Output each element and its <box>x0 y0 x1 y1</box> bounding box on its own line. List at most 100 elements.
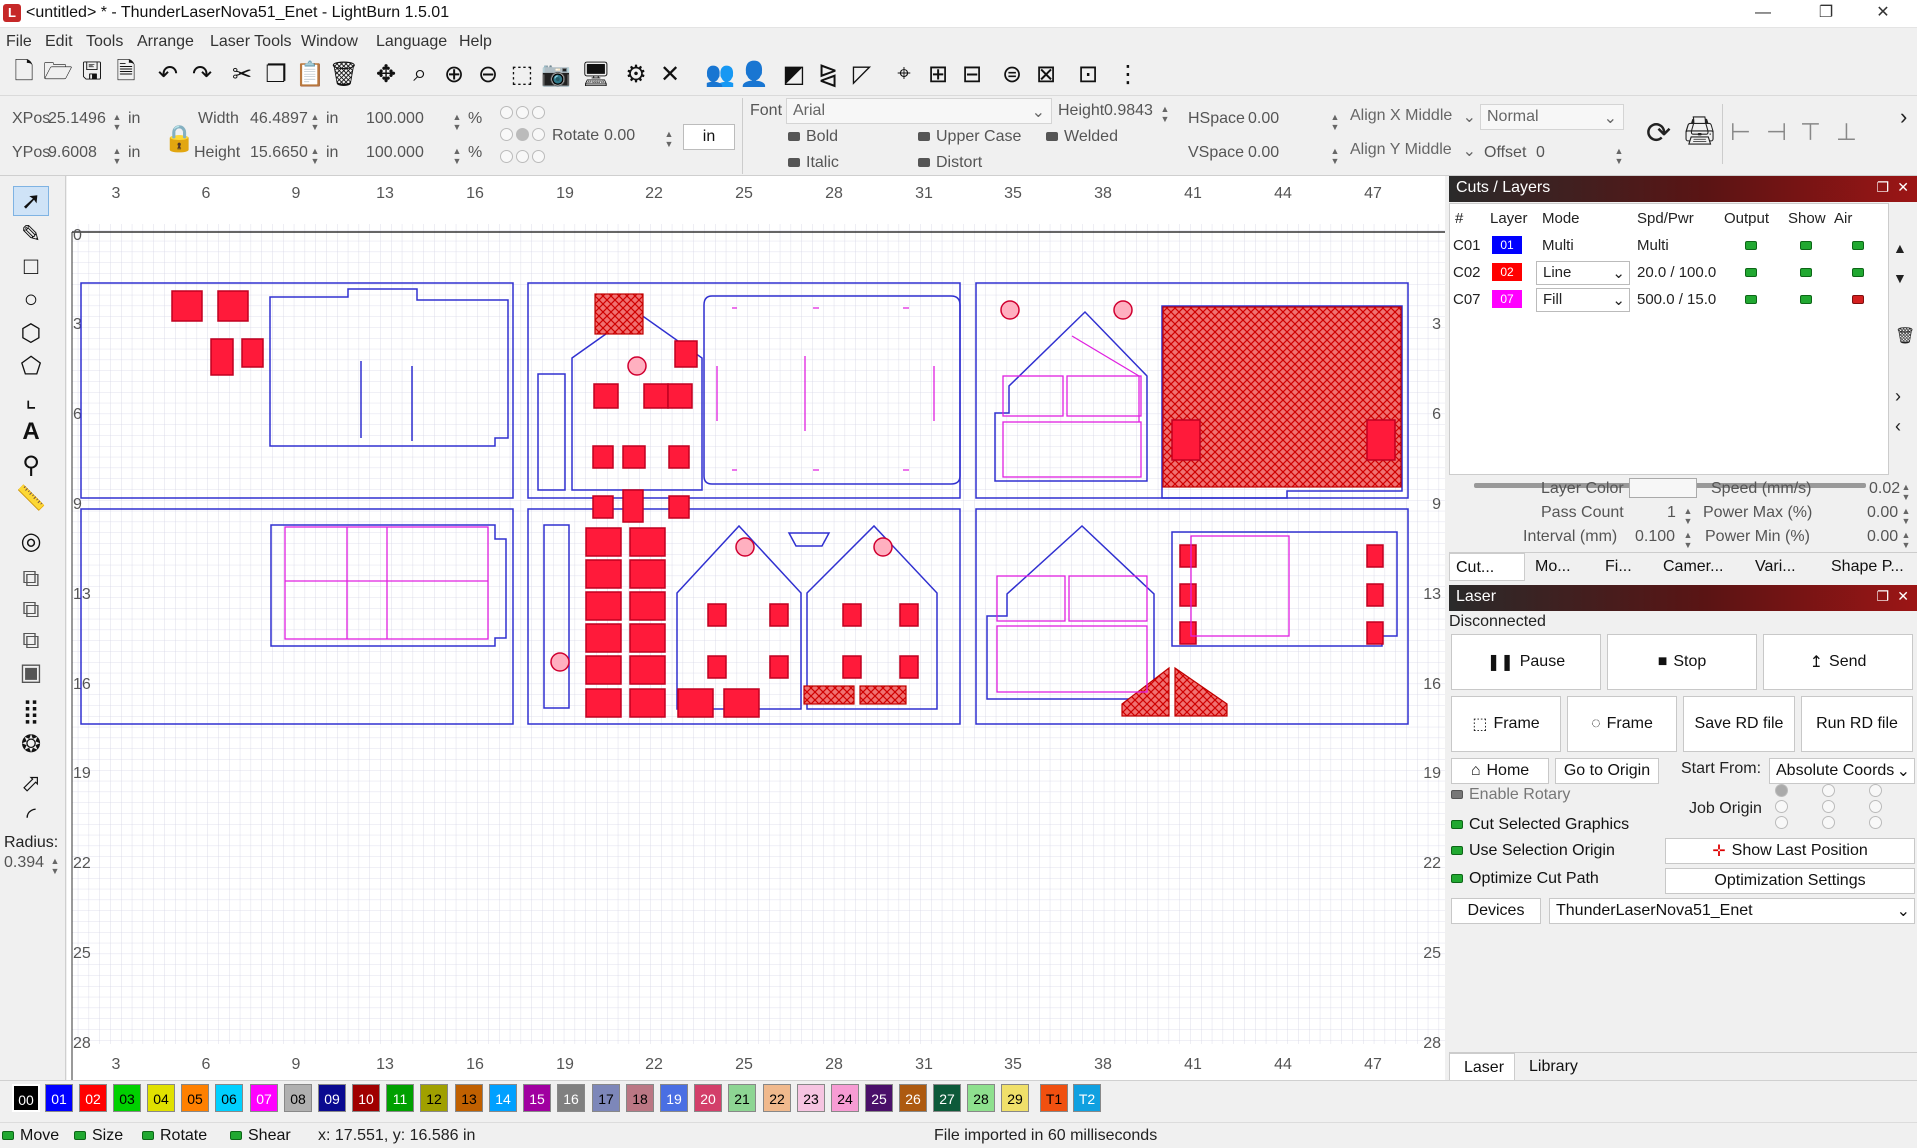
vspace-field[interactable]: 0.00 <box>1248 144 1279 162</box>
palette-swatch-t2[interactable]: T2 <box>1073 1084 1101 1112</box>
palette-swatch-16[interactable]: 16 <box>557 1084 585 1112</box>
optimize-cut-path-checkbox[interactable]: Optimize Cut Path <box>1451 870 1599 888</box>
palette-swatch-06[interactable]: 06 <box>215 1084 243 1112</box>
spacing-icon[interactable]: ⊡ <box>1072 58 1104 90</box>
anchor-mr[interactable] <box>532 128 545 141</box>
shingle-strip-2[interactable] <box>859 685 907 705</box>
float-icon[interactable]: ❐ <box>1876 588 1889 605</box>
enable-rotary-checkbox[interactable]: Enable Rotary <box>1451 786 1570 804</box>
scale-height-field[interactable]: 100.000 <box>366 144 424 162</box>
palette-swatch-21[interactable]: 21 <box>728 1084 756 1112</box>
window-cutout[interactable] <box>585 688 622 718</box>
rotate-spin[interactable]: ▲ ▼ <box>664 129 674 151</box>
window-cutout[interactable] <box>842 655 862 679</box>
anchor-bl[interactable] <box>500 150 513 163</box>
anchor-tc[interactable] <box>516 106 529 119</box>
tab-shape-properties[interactable]: Shape P... <box>1831 558 1904 576</box>
palette-swatch-23[interactable]: 23 <box>797 1084 825 1112</box>
zoom-frame-icon[interactable]: ⬚ <box>506 58 538 90</box>
window-cutout[interactable] <box>899 603 919 627</box>
align-top-icon[interactable]: ⊤ <box>1800 118 1821 147</box>
palette-swatch-26[interactable]: 26 <box>899 1084 927 1112</box>
offset-icon[interactable]: ◎ <box>13 526 49 556</box>
union-icon[interactable]: ⧉ <box>13 595 49 625</box>
scale-width-field[interactable]: 100.000 <box>366 110 424 128</box>
window-cutout[interactable] <box>1179 583 1197 607</box>
paste-icon[interactable]: 📋 <box>294 58 326 90</box>
window-cutout[interactable] <box>585 527 622 557</box>
window-cutout[interactable] <box>217 290 249 322</box>
window-cutout[interactable] <box>769 655 789 679</box>
ornament-circle[interactable] <box>873 537 893 557</box>
ellipse-icon[interactable]: ○ <box>13 285 49 315</box>
run-rd-button[interactable]: Run RD file <box>1801 696 1913 752</box>
window-cutout[interactable] <box>677 688 714 718</box>
cut-icon[interactable]: ✂ <box>226 58 258 90</box>
menu-laser-tools[interactable]: Laser Tools <box>210 33 292 51</box>
settings-icon[interactable]: ⚙ <box>620 58 652 90</box>
tools-icon[interactable]: ✕ <box>654 58 686 90</box>
window-cutout[interactable] <box>622 489 644 523</box>
window-cutout[interactable] <box>1366 583 1384 607</box>
distort-toggle[interactable]: Distort <box>918 154 982 172</box>
stop-button[interactable]: ■ Stop <box>1607 634 1757 690</box>
tab-library[interactable]: Library <box>1529 1058 1578 1076</box>
mirror-icon[interactable]: ⧎ <box>812 58 844 90</box>
copy-icon[interactable]: ❐ <box>260 58 292 90</box>
move-toggle[interactable]: Move <box>2 1127 59 1145</box>
offset-field[interactable]: 0 <box>1536 144 1545 162</box>
rotate-toggle[interactable]: Rotate <box>142 1127 207 1145</box>
window-cutout[interactable] <box>1179 621 1197 645</box>
corner-round-icon[interactable]: ⬀ <box>13 768 49 798</box>
pass-count-field[interactable]: 1 <box>1667 504 1676 522</box>
window-cutout[interactable] <box>769 603 789 627</box>
power-min-field[interactable]: 0.00 <box>1867 528 1898 546</box>
size-toggle[interactable]: Size <box>74 1127 123 1145</box>
palette-swatch-18[interactable]: 18 <box>626 1084 654 1112</box>
select-icon[interactable]: ➚ <box>13 186 49 216</box>
ornament-circle[interactable] <box>1000 300 1020 320</box>
menu-tools[interactable]: Tools <box>86 33 123 51</box>
draw-lines-icon[interactable]: ✎ <box>13 219 49 249</box>
palette-swatch-20[interactable]: 20 <box>694 1084 722 1112</box>
output-toggle[interactable] <box>1745 295 1757 304</box>
speed-spin[interactable]: ▲ ▼ <box>1901 482 1911 504</box>
distribute-icon[interactable]: ⊞ <box>922 58 954 90</box>
palette-swatch-22[interactable]: 22 <box>763 1084 791 1112</box>
tab-camera[interactable]: Camer... <box>1663 558 1723 576</box>
power-max-field[interactable]: 0.00 <box>1867 504 1898 522</box>
origin-radio[interactable] <box>1869 800 1882 813</box>
tab-laser[interactable]: Laser <box>1449 1053 1515 1081</box>
height-field[interactable]: 15.6650 <box>250 144 308 162</box>
align-icon[interactable]: ◩ <box>778 58 810 90</box>
scale-width-spin[interactable]: ▲ ▼ <box>452 112 462 134</box>
minimize-button[interactable]: — <box>1740 0 1786 28</box>
window-cutout[interactable] <box>707 603 727 627</box>
palette-swatch-12[interactable]: 12 <box>420 1084 448 1112</box>
origin-radio[interactable] <box>1822 816 1835 829</box>
float-icon[interactable]: ❐ <box>1876 179 1889 196</box>
palette-swatch-02[interactable]: 02 <box>79 1084 107 1112</box>
corner-chamfer-icon[interactable]: ◜ <box>13 801 49 831</box>
menu-language[interactable]: Language <box>376 33 447 51</box>
window-cutout[interactable] <box>667 383 693 409</box>
menu-help[interactable]: Help <box>459 33 492 51</box>
origin-radio[interactable] <box>1775 800 1788 813</box>
palette-swatch-03[interactable]: 03 <box>113 1084 141 1112</box>
align-x-select[interactable]: Align X Middle ⌄ <box>1344 104 1480 130</box>
anchor-br[interactable] <box>532 150 545 163</box>
window-cutout[interactable] <box>629 527 666 557</box>
output-toggle[interactable] <box>1745 241 1757 250</box>
flip-icon[interactable]: ◸ <box>846 58 878 90</box>
interval-spin[interactable]: ▲ ▼ <box>1683 530 1693 552</box>
zoom-in-icon[interactable]: ⊕ <box>438 58 470 90</box>
window-cutout[interactable] <box>1179 544 1197 568</box>
palette-swatch-19[interactable]: 19 <box>660 1084 688 1112</box>
tab-cut[interactable]: Cut... <box>1449 553 1525 581</box>
delete-icon[interactable]: 🗑 <box>328 58 360 90</box>
window-cutout[interactable] <box>1366 544 1384 568</box>
palette-swatch-28[interactable]: 28 <box>967 1084 995 1112</box>
shingle-strip-1[interactable] <box>803 685 855 705</box>
palette-swatch-25[interactable]: 25 <box>865 1084 893 1112</box>
ornament-circle[interactable] <box>627 356 647 376</box>
